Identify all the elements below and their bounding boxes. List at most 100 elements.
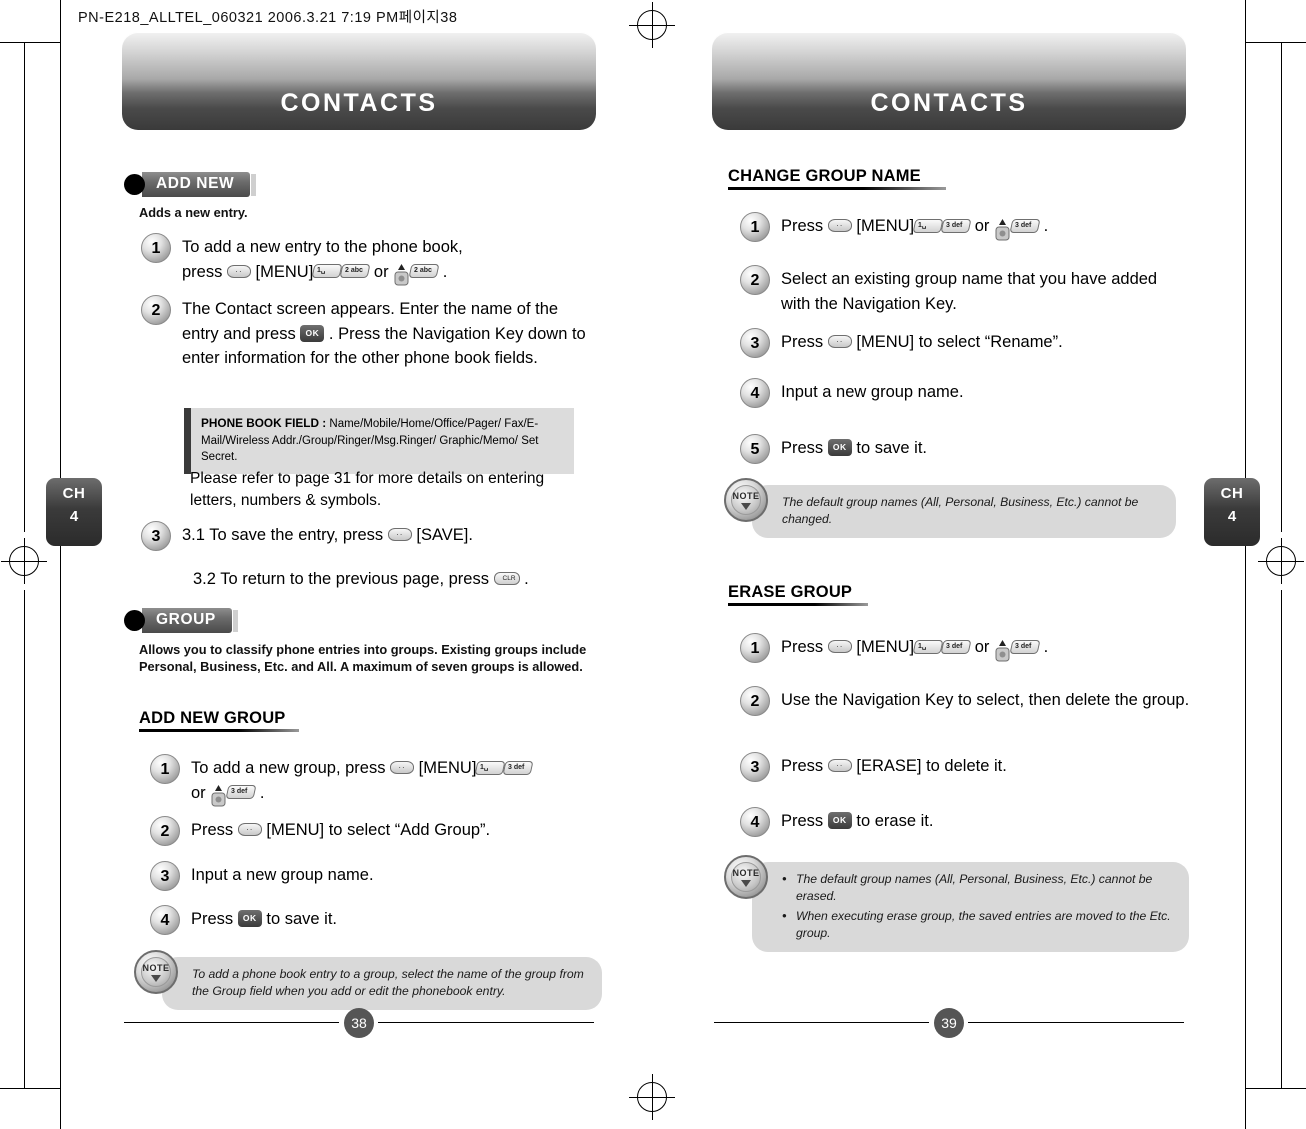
soft-key-icon: ·· [390,761,415,775]
note-badge-arrow-icon [741,880,751,887]
cg-step-1-press: Press [781,217,824,235]
key-2-icon: 2 abc [339,264,371,279]
step-1-press: press [182,262,223,281]
left-chapter-number: 4 [69,508,79,525]
step-number: 3 [740,328,770,358]
cg-step-1-end: . [1043,217,1049,235]
note-badge-word: NOTE [142,963,170,973]
right-chapter-letter-c: CH [1220,485,1244,502]
step-text: Press OK to erase it. [781,807,933,834]
step-text: To add a new entry to the phone book, pr… [182,233,463,286]
left-chapter-letter-c: CH [62,485,86,502]
add-new-step-3: 3 3.1 To save the entry, press ·· [SAVE]… [141,521,601,551]
step-text: To add a new group, press ·· [MENU] 1␣ 3 d… [191,754,600,807]
step-number: 1 [740,633,770,663]
group-step-1-menu: [MENU] [418,759,477,777]
left-page-number: 38 [344,1008,374,1038]
group-step-2-press: Press [191,821,234,839]
cg-step-3-menu: [MENU] [856,333,915,351]
ok-key-icon: OK [300,324,325,342]
key-3-icon: 3 def [502,760,534,775]
step-number: 4 [740,378,770,408]
cg-step-5-press: Press [781,439,824,457]
step-text: Press ·· [MENU] to select “Add Group”. [191,816,490,843]
step-text: Press ·· [MENU] 1␣ 3 def or 3 def . [781,212,1049,241]
change-group-step-4: 4 Input a new group name. [740,378,1200,408]
navigation-key-svg [211,785,226,807]
soft-key-icon: ·· [226,264,251,278]
step-number: 5 [740,434,770,464]
eg-step-1-press: Press [781,638,824,656]
cg-step-3-tail: to select “Rename”. [918,333,1063,351]
step-number: 3 [141,521,171,551]
navigation-key-icon [994,218,1011,241]
crop-mark-left-inner [24,42,25,532]
bullet-dot-icon [124,610,145,631]
key-3-icon-alt: 3 def [1009,639,1041,654]
step-text: Input a new group name. [781,383,964,401]
crop-mark-right-inner-lower [1281,590,1282,1088]
key-3-icon-alt: 3 def [1009,218,1041,233]
left-page-rule-left [124,1022,339,1023]
erase-group-heading: ERASE GROUP [728,583,868,606]
step-text: Press ·· [MENU] to select “Rename”. [781,328,1063,355]
soft-key-icon: ·· [827,640,852,654]
phone-book-field-callout: PHONE BOOK FIELD : Name/Mobile/Home/Offi… [184,408,574,474]
note-list-item: When executing erase group, the saved en… [782,907,1173,942]
step-number: 4 [150,905,180,935]
change-group-step-2: 2 Select an existing group name that you… [740,265,1200,316]
erase-group-step-2: 2 Use the Navigation Key to select, then… [740,686,1200,716]
group-description: Allows you to classify phone entries int… [139,642,587,674]
crop-mark-right-inner [1281,42,1282,532]
right-page-number: 39 [934,1008,964,1038]
note-badge-word: NOTE [732,868,760,878]
change-group-name-heading-label: CHANGE GROUP NAME [728,167,921,185]
field-callout-label: PHONE BOOK FIELD : [201,416,327,430]
note-badge-arrow-icon [741,503,751,510]
heading-underline [728,187,946,190]
step-text: Input a new group name. [191,866,374,884]
crop-mark-left-vertical [60,0,61,1129]
group-heading-label: GROUP [142,608,232,633]
crop-mark-bottom-left-horizontal [0,1088,60,1089]
eg-step-3-tail: to delete it. [926,757,1007,775]
erase-group-note: NOTE The default group names (All, Perso… [724,855,1189,952]
key-3-icon-alt: 3 def [225,785,257,800]
add-new-group-note: NOTE To add a phone book entry to a grou… [134,950,604,1010]
cg-step-5-tail: to save it. [856,439,927,457]
add-new-step-2: 2 The Contact screen appears. Enter the … [141,295,601,371]
right-page-banner-title: CONTACTS [870,89,1028,117]
step-number: 3 [740,752,770,782]
eg-step-3-press: Press [781,757,824,775]
right-page-rule-right [968,1022,1184,1023]
key-1-icon: 1␣ [474,760,506,775]
step-number: 2 [141,295,171,325]
soft-key-icon: ·· [827,335,852,349]
key-3-icon: 3 def [940,218,972,233]
add-new-group-heading: ADD NEW GROUP [139,709,299,732]
step-3-text: 3.1 To save the entry, press [182,526,384,544]
clear-key-icon: CLR [493,572,520,586]
note-badge-arrow-icon [151,975,161,982]
note-badge-icon: NOTE [724,855,768,899]
left-chapter-tab: CH 4 [46,478,102,546]
eg-step-3-erase: [ERASE] [856,757,922,775]
step-text: Press OK to save it. [781,434,927,461]
group-step-2-tail: to select “Add Group”. [328,821,491,839]
right-page-rule-left [714,1022,929,1023]
cg-step-3-press: Press [781,333,824,351]
add-new-description: Adds a new entry. [139,205,248,220]
left-page-rule-right [378,1022,594,1023]
note-badge-icon: NOTE [724,478,768,522]
crop-mark-left-inner-lower [24,590,25,1088]
crop-mark-bottom-right-horizontal [1246,1088,1306,1089]
step-1-end: . [442,262,448,281]
heading-underline [728,603,868,606]
key-1-icon: 1␣ [311,264,343,279]
print-slug: PN-E218_ALLTEL_060321 2006.3.21 7:19 PM페… [78,10,458,26]
step-text: 3.1 To save the entry, press ·· [SAVE]. [182,521,473,548]
group-step-4-tail: to save it. [266,910,337,928]
soft-key-icon: ·· [827,219,852,233]
field-callout-bar [184,408,191,474]
step-3b-text: 3.2 To return to the previous page, pres… [193,570,489,588]
